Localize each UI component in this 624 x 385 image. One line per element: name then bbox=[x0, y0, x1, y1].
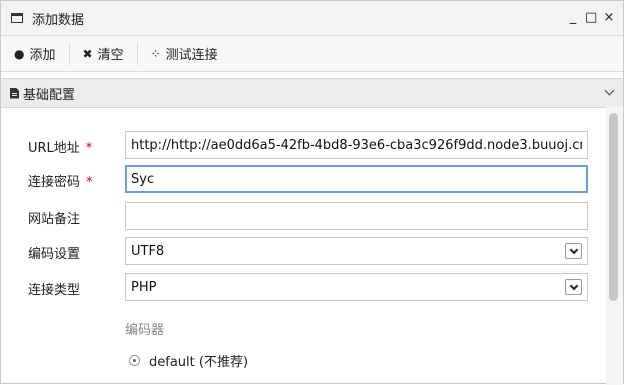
clear-label: 清空 bbox=[97, 48, 124, 63]
add-label: 添加 bbox=[29, 48, 56, 63]
password-row: 连接密码 * bbox=[1, 165, 606, 193]
type-row: 连接类型 PHP bbox=[1, 273, 606, 301]
encoding-value: UTF8 bbox=[131, 243, 165, 259]
url-input[interactable] bbox=[125, 131, 588, 159]
window-icon bbox=[11, 13, 23, 23]
document-icon bbox=[10, 87, 19, 99]
dropdown-arrow-icon[interactable] bbox=[565, 279, 582, 295]
panel-title: 基础配置 bbox=[23, 87, 76, 103]
add-data-window: 添加数据 _ □ × ● 添加 ✖ 清空 ⁘ 测试连接 基础配置 URL地址* bbox=[0, 0, 624, 385]
encoder-option-default[interactable]: default (不推荐) bbox=[129, 351, 248, 370]
add-button[interactable]: ● 添加 bbox=[1, 43, 69, 65]
url-row: URL地址 * bbox=[1, 131, 606, 159]
close-icon[interactable]: × bbox=[603, 10, 615, 25]
password-input[interactable] bbox=[125, 165, 588, 193]
required-mark: * bbox=[86, 175, 93, 190]
note-row: 网站备注 bbox=[1, 202, 606, 230]
type-label: 连接类型 bbox=[28, 283, 81, 298]
add-circle-icon: ● bbox=[14, 46, 25, 61]
spinner-icon: ⁘ bbox=[150, 46, 161, 61]
test-connection-button[interactable]: ⁘ 测试连接 bbox=[138, 43, 231, 65]
config-form: URL地址* 连接密码* 网站备注 编码设置 UTF8 连接类型 PHP 编码器 bbox=[1, 107, 606, 385]
scrollbar-thumb[interactable] bbox=[609, 113, 618, 301]
window-title: 添加数据 bbox=[32, 12, 85, 28]
note-label: 网站备注 bbox=[28, 212, 81, 227]
maximize-icon[interactable]: □ bbox=[585, 10, 597, 25]
type-select[interactable]: PHP bbox=[125, 273, 588, 301]
encoder-label: 编码器 bbox=[125, 323, 165, 338]
encoding-select[interactable]: UTF8 bbox=[125, 237, 588, 265]
clear-button[interactable]: ✖ 清空 bbox=[70, 43, 137, 65]
test-connection-label: 测试连接 bbox=[165, 48, 218, 63]
vertical-scrollbar[interactable] bbox=[606, 107, 623, 385]
encoding-row: 编码设置 UTF8 bbox=[1, 237, 606, 265]
minimize-icon[interactable]: _ bbox=[567, 10, 579, 25]
radio-selected-icon[interactable] bbox=[129, 355, 140, 366]
window-controls: _ □ × bbox=[567, 10, 615, 25]
dropdown-arrow-icon[interactable] bbox=[565, 243, 582, 259]
encoding-label: 编码设置 bbox=[28, 247, 81, 262]
required-mark: * bbox=[85, 141, 93, 156]
type-value: PHP bbox=[131, 279, 157, 295]
note-input[interactable] bbox=[125, 202, 588, 230]
encoder-option-label: default (不推荐) bbox=[149, 355, 249, 370]
chevron-down-icon[interactable] bbox=[604, 85, 615, 96]
password-label: 连接密码 * bbox=[28, 175, 93, 190]
x-icon: ✖ bbox=[82, 46, 93, 61]
url-label: URL地址 * bbox=[28, 141, 93, 156]
toolbar: ● 添加 ✖ 清空 ⁘ 测试连接 bbox=[1, 36, 623, 72]
title-bar: 添加数据 _ □ × bbox=[1, 1, 623, 36]
basic-config-header[interactable]: 基础配置 bbox=[1, 78, 623, 108]
